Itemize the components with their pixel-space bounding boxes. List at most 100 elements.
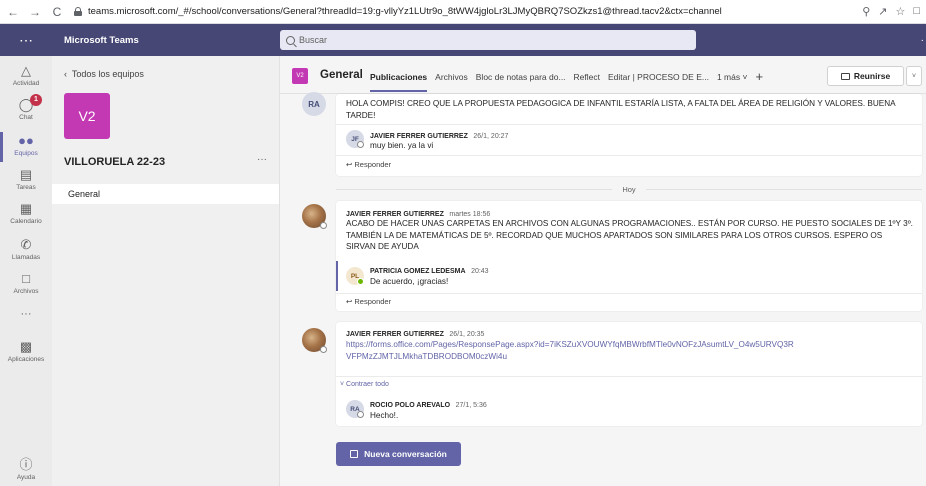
tab-more[interactable]: 1 más ˅ xyxy=(717,72,748,92)
separator-line xyxy=(645,188,922,190)
presence-icon xyxy=(320,346,327,353)
post-card: JAVIER FERRER GUTIERREZ martes 18:56 ACA… xyxy=(336,201,922,311)
channel-tabs: Publicaciones Archivos Bloc de notas par… xyxy=(370,70,763,92)
channel-header: V2 General Publicaciones Archivos Bloc d… xyxy=(280,56,926,94)
camera-icon xyxy=(840,72,850,80)
address-bar[interactable]: teams.microsoft.com/_#/school/conversati… xyxy=(74,3,834,21)
notification-badge: 1 xyxy=(30,94,42,106)
rail-item-files[interactable]: □ Archivos xyxy=(0,271,52,296)
reply-time: 27/1, 5:36 xyxy=(455,402,487,409)
channel-avatar: V2 xyxy=(292,68,308,84)
rail-label: Aplicaciones xyxy=(7,356,45,363)
tab-editar-proceso[interactable]: Editar | PROCESO DE E... xyxy=(608,72,709,92)
rail-item-activity[interactable]: △ Actividad xyxy=(0,63,52,88)
more-options-icon[interactable]: · xyxy=(921,35,924,46)
reply-author[interactable]: ROCIO POLO AREVALO xyxy=(370,402,450,409)
browser-toolbar: ← → C teams.microsoft.com/_#/school/conv… xyxy=(0,0,926,24)
rail-label: Llamadas xyxy=(11,254,41,261)
divider xyxy=(336,124,922,125)
presence-icon xyxy=(320,222,327,229)
rail-item-teams[interactable]: ●● Equipos xyxy=(0,132,52,162)
day-separator: Hoy xyxy=(336,184,922,194)
team-more-options-button[interactable]: ··· xyxy=(257,154,267,165)
divider xyxy=(336,293,922,294)
rail-label: Tareas xyxy=(16,184,36,191)
share-icon[interactable]: ↗ xyxy=(878,5,887,18)
collapse-label: Contraer todo xyxy=(346,381,389,388)
reply-button[interactable]: ↩ Responder xyxy=(346,297,391,306)
divider xyxy=(336,376,922,377)
teams-icon: ●● xyxy=(18,133,34,148)
meet-dropdown-button[interactable]: ˅ xyxy=(906,66,922,86)
app-title: Microsoft Teams xyxy=(64,34,139,46)
new-conversation-button[interactable]: Nueva conversación xyxy=(336,442,461,466)
teams-header: ⋯ Microsoft Teams Buscar · xyxy=(0,24,926,56)
reply-header: ROCIO POLO AREVALO 27/1, 5:36 xyxy=(370,399,487,409)
reload-icon[interactable]: C xyxy=(48,3,66,21)
rail-item-apps[interactable]: ▩ Aplicaciones xyxy=(0,340,52,364)
post-header: JAVIER FERRER GUTIERREZ 26/1, 20:35 xyxy=(346,328,484,338)
team-panel: ‹ Todos los equipos V2 VILLORUELA 22-23 … xyxy=(52,56,280,486)
post-author[interactable]: JAVIER FERRER GUTIERREZ xyxy=(346,211,444,218)
search-placeholder: Buscar xyxy=(299,35,328,45)
lock-icon xyxy=(74,7,82,16)
channel-item-general[interactable]: General xyxy=(52,184,279,204)
url-text: teams.microsoft.com/_#/school/conversati… xyxy=(88,6,722,17)
search-input[interactable]: Buscar xyxy=(280,30,696,50)
reply-author[interactable]: PATRICIA GOMEZ LEDESMA xyxy=(370,268,466,275)
channel-main: V2 General Publicaciones Archivos Bloc d… xyxy=(280,56,926,486)
forward-arrow-icon[interactable]: → xyxy=(26,3,44,21)
reply-text: Hecho!. xyxy=(370,411,399,420)
day-label: Hoy xyxy=(622,184,636,194)
chevron-left-icon: ‹ xyxy=(64,69,67,79)
rail-item-calls[interactable]: ✆ Llamadas xyxy=(0,237,52,262)
bell-icon: △ xyxy=(21,63,31,78)
meet-label: Reunirse xyxy=(853,71,891,81)
reply-label: Responder xyxy=(354,160,392,169)
rail-item-chat[interactable]: ◯ 1 Chat xyxy=(0,94,52,121)
divider xyxy=(336,155,922,156)
rail-item-help[interactable]: ⓘ Ayuda xyxy=(0,457,52,482)
back-to-teams-link[interactable]: ‹ Todos los equipos xyxy=(64,69,144,79)
post-time: martes 18:56 xyxy=(449,211,491,218)
zoom-icon[interactable]: ⚲ xyxy=(862,5,870,18)
presence-icon xyxy=(357,411,364,418)
rail-item-calendar[interactable]: ▦ Calendario xyxy=(0,202,52,226)
tab-publicaciones[interactable]: Publicaciones xyxy=(370,72,427,92)
reply-header: JAVIER FERRER GUTIERREZ 26/1, 20:27 xyxy=(370,130,508,140)
rail-label: Equipos xyxy=(14,150,38,157)
reply-text: De acuerdo, ¡gracias! xyxy=(370,277,449,286)
back-arrow-icon[interactable]: ← xyxy=(4,3,22,21)
app-launcher-icon[interactable]: ⋯ xyxy=(0,24,52,56)
new-reply-marker xyxy=(336,261,338,291)
tab-reflect[interactable]: Reflect xyxy=(574,72,600,92)
app-rail: △ Actividad ◯ 1 Chat ●● Equipos ▤ Tareas… xyxy=(0,56,52,486)
assignments-icon: ▤ xyxy=(19,167,33,182)
file-icon: □ xyxy=(22,271,30,286)
post-author-avatar[interactable]: RA xyxy=(302,92,326,116)
search-icon xyxy=(286,35,295,45)
reply-button[interactable]: ↩ Responder xyxy=(346,160,391,169)
meet-button[interactable]: Reunirse xyxy=(827,66,904,86)
rail-label: Archivos xyxy=(13,288,39,295)
reply-time: 26/1, 20:27 xyxy=(473,133,509,140)
post-link[interactable]: https://forms.office.com/Pages/ResponseP… xyxy=(346,339,794,362)
post-author[interactable]: JAVIER FERRER GUTIERREZ xyxy=(346,331,444,338)
rail-item-assignments[interactable]: ▤ Tareas xyxy=(0,167,52,192)
tab-archivos[interactable]: Archivos xyxy=(435,72,468,92)
tab-bloc-de-notas[interactable]: Bloc de notas para do... xyxy=(476,72,566,92)
star-icon[interactable]: ☆ xyxy=(895,5,905,18)
add-tab-icon[interactable]: + xyxy=(755,70,763,92)
sidebar-icon[interactable]: □ xyxy=(913,5,920,18)
chevron-down-icon: ˅ xyxy=(742,72,748,82)
reply-label: Responder xyxy=(354,297,392,306)
reply-arrow-icon: ↩ xyxy=(346,297,353,306)
team-avatar: V2 xyxy=(64,93,110,139)
reply-author[interactable]: JAVIER FERRER GUTIERREZ xyxy=(370,133,468,140)
phone-icon: ✆ xyxy=(20,237,32,252)
help-icon: ⓘ xyxy=(19,457,33,472)
post-card: HOLA COMPIS! CREO QUE LA PROPUESTA PEDAG… xyxy=(336,94,922,176)
post-text: HOLA COMPIS! CREO QUE LA PROPUESTA PEDAG… xyxy=(346,99,896,120)
collapse-all-button[interactable]: ˅ Contraer todo xyxy=(340,381,389,388)
rail-more-button[interactable]: ··· xyxy=(0,308,52,320)
